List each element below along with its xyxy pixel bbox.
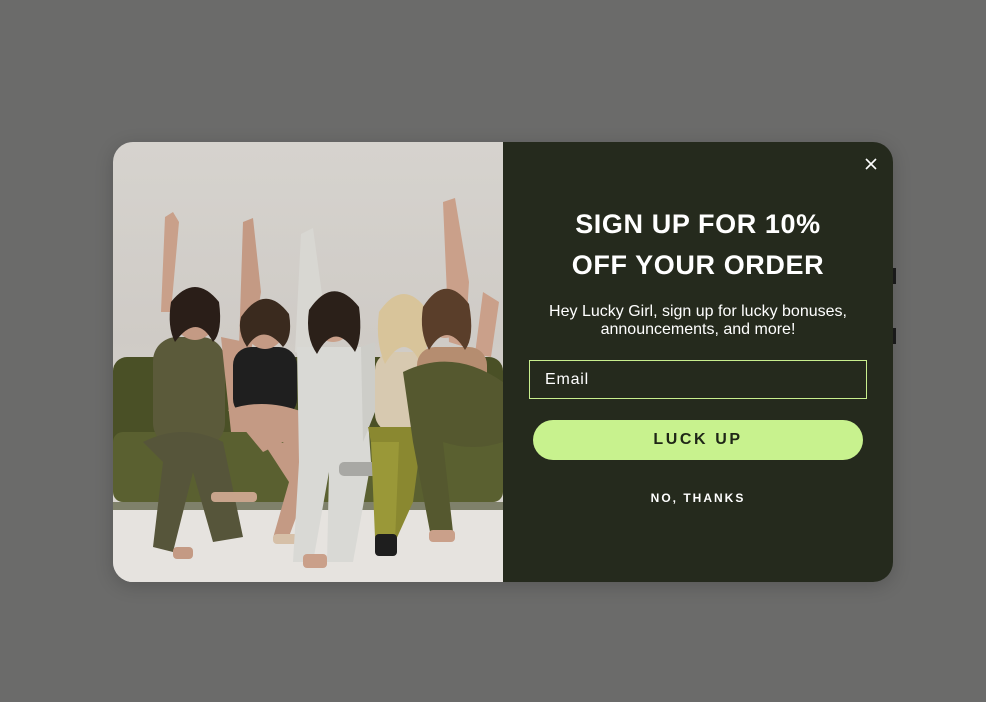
women-on-sofa-illustration — [113, 198, 503, 582]
close-button[interactable] — [861, 154, 881, 174]
email-field[interactable] — [529, 360, 867, 399]
no-thanks-link[interactable]: NO, THANKS — [503, 491, 893, 505]
signup-popup: SIGN UP FOR 10% OFF YOUR ORDER Hey Lucky… — [113, 142, 893, 582]
signup-panel: SIGN UP FOR 10% OFF YOUR ORDER Hey Lucky… — [503, 142, 893, 582]
promo-photo — [113, 142, 503, 582]
popup-headline: SIGN UP FOR 10% OFF YOUR ORDER — [523, 204, 873, 286]
close-icon — [865, 158, 877, 170]
headline-line-1: SIGN UP FOR 10% — [575, 209, 821, 239]
luck-up-button[interactable]: LUCK UP — [533, 420, 863, 460]
headline-line-2: OFF YOUR ORDER — [571, 250, 825, 280]
popup-subtext: Hey Lucky Girl, sign up for lucky bonuse… — [549, 303, 847, 338]
